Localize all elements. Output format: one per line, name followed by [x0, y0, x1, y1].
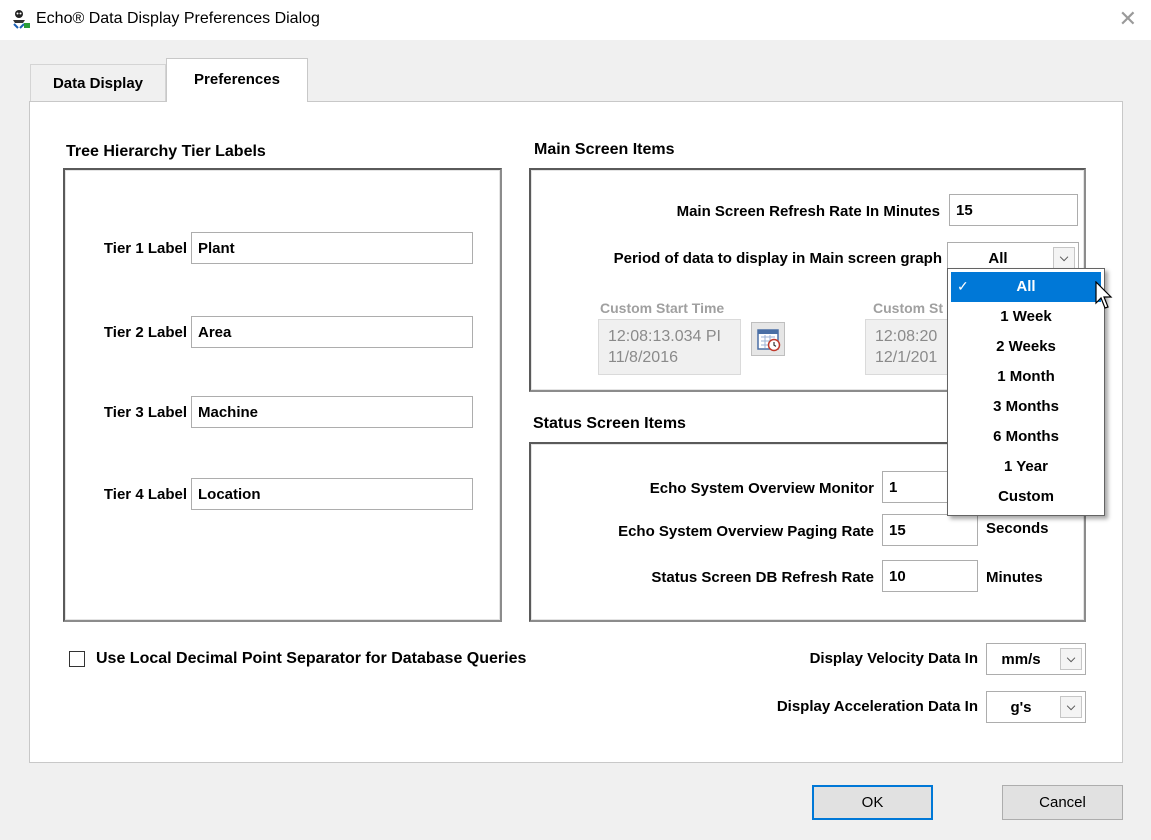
custom-start-field[interactable]: 12:08:13.034 PI 11/8/2016 [598, 319, 741, 375]
period-option-3-months[interactable]: 3 Months [951, 392, 1101, 422]
cancel-button[interactable]: Cancel [1002, 785, 1123, 820]
custom-start-date: 11/8/2016 [608, 349, 678, 366]
acceleration-combo-value: g's [1010, 699, 1032, 716]
tier-2-input[interactable]: Area [191, 316, 473, 348]
main-refresh-input[interactable]: 15 [949, 194, 1078, 226]
custom-start-calendar-button[interactable] [751, 322, 785, 356]
ok-button[interactable]: OK [812, 785, 933, 820]
status-screen-title: Status Screen Items [533, 415, 686, 432]
db-refresh-unit: Minutes [986, 569, 1043, 586]
main-screen-title: Main Screen Items [534, 141, 675, 158]
tier-4-input[interactable]: Location [191, 478, 473, 510]
custom-start-label: Custom Start Time [600, 300, 725, 316]
tier-3-input[interactable]: Machine [191, 396, 473, 428]
decimal-separator-label[interactable]: Use Local Decimal Point Separator for Da… [96, 650, 526, 668]
tab-data-display[interactable]: Data Display [30, 64, 166, 102]
velocity-combo-value: mm/s [1001, 651, 1041, 668]
paging-rate-input[interactable]: 15 [882, 514, 978, 546]
period-option-1-month[interactable]: 1 Month [951, 362, 1101, 392]
tier-2-label: Tier 2 Label [103, 324, 187, 341]
acceleration-label: Display Acceleration Data In [776, 698, 978, 715]
tree-hierarchy-title: Tree Hierarchy Tier Labels [66, 143, 266, 160]
paging-rate-unit: Seconds [986, 520, 1049, 537]
overview-monitor-label: Echo System Overview Monitor [649, 480, 874, 497]
chevron-down-icon[interactable]: ⌵ [1060, 648, 1082, 670]
calendar-icon [757, 329, 781, 352]
db-refresh-input[interactable]: 10 [882, 560, 978, 592]
decimal-separator-checkbox[interactable] [69, 651, 85, 667]
custom-start-time: 12:08:13.034 PI [608, 328, 721, 345]
chevron-down-icon[interactable]: ⌵ [1053, 247, 1075, 269]
title-bar: Echo® Data Display Preferences Dialog ✕ [0, 0, 1151, 40]
tab-preferences[interactable]: Preferences [166, 58, 308, 102]
custom-stop-label: Custom St [873, 300, 943, 316]
mouse-cursor-icon [1095, 281, 1113, 309]
custom-stop-time: 12:08:20 [875, 328, 938, 345]
checkmark-icon: ✓ [957, 278, 969, 294]
period-combo-value: All [988, 250, 1008, 267]
custom-stop-date: 12/1/201 [875, 349, 938, 366]
period-label: Period of data to display in Main screen… [613, 250, 942, 267]
period-option-label: All [1016, 278, 1036, 295]
acceleration-combo[interactable]: g's ⌵ [986, 691, 1086, 723]
tier-3-label: Tier 3 Label [103, 404, 187, 421]
velocity-label: Display Velocity Data In [809, 650, 978, 667]
db-refresh-label: Status Screen DB Refresh Rate [651, 569, 874, 586]
chevron-down-icon[interactable]: ⌵ [1060, 696, 1082, 718]
period-option-1-year[interactable]: 1 Year [951, 452, 1101, 482]
custom-stop-field[interactable]: 12:08:20 12/1/201 [865, 319, 949, 375]
tier-1-input[interactable]: Plant [191, 232, 473, 264]
app-logo-icon [13, 10, 30, 29]
tier-4-label: Tier 4 Label [103, 486, 187, 503]
period-option-2-weeks[interactable]: 2 Weeks [951, 332, 1101, 362]
velocity-combo[interactable]: mm/s ⌵ [986, 643, 1086, 675]
paging-rate-label: Echo System Overview Paging Rate [618, 523, 874, 540]
window-title: Echo® Data Display Preferences Dialog [36, 10, 320, 27]
period-option-6-months[interactable]: 6 Months [951, 422, 1101, 452]
period-dropdown-list: ✓ All 1 Week 2 Weeks 1 Month 3 Months 6 … [947, 268, 1105, 516]
close-icon[interactable]: ✕ [1119, 6, 1137, 32]
tier-1-label: Tier 1 Label [103, 240, 187, 257]
period-option-all[interactable]: ✓ All [951, 272, 1101, 302]
period-option-1-week[interactable]: 1 Week [951, 302, 1101, 332]
period-option-custom[interactable]: Custom [951, 482, 1101, 512]
main-refresh-label: Main Screen Refresh Rate In Minutes [676, 203, 940, 220]
